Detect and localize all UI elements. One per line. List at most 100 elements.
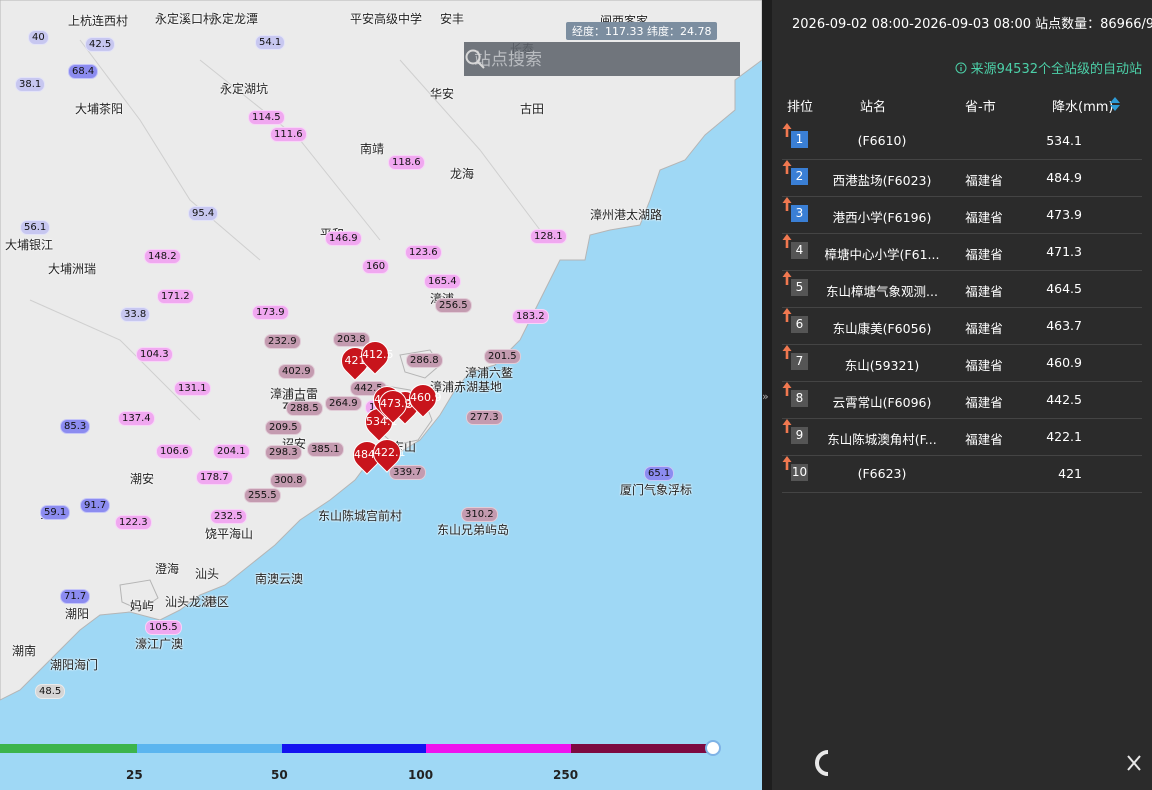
data-source-note: 来源94532个全站级的自动站 — [955, 58, 1142, 77]
rain-value-chip[interactable]: 38.1 — [15, 77, 46, 92]
rain-value-chip[interactable]: 104.3 — [136, 347, 173, 362]
rain-value-chip[interactable]: 40 — [28, 30, 49, 45]
rain-value-chip[interactable]: 118.6 — [388, 155, 425, 170]
rain-value-chip[interactable]: 402.9 — [278, 364, 315, 379]
rain-value-chip[interactable]: 232.5 — [210, 509, 247, 524]
rain-value-chip[interactable]: 300.8 — [270, 473, 307, 488]
rain-value-chip[interactable]: 209.5 — [265, 420, 302, 435]
rainfall-value: 460.9 — [1046, 355, 1082, 370]
panel-collapse-handle[interactable]: » — [762, 0, 772, 790]
rainfall-value: 473.9 — [1046, 207, 1082, 222]
rain-value-chip[interactable]: 310.2 — [461, 507, 498, 522]
place-label: 港区 — [205, 595, 230, 609]
rain-value-chip[interactable]: 71.7 — [60, 589, 91, 604]
ranking-row[interactable]: 2 西港盐场(F6023) 福建省 484.9 — [782, 159, 1142, 197]
province: 福建省 — [965, 432, 1003, 447]
rain-value-chip[interactable]: 298.3 — [265, 445, 302, 460]
period-range: 2026-09-02 08:00-2026-09-03 08:00 — [792, 17, 1031, 32]
rain-value-chip[interactable]: 148.2 — [144, 249, 181, 264]
chevron-right-icon: » — [762, 390, 769, 403]
rain-value-chip[interactable]: 178.7 — [196, 470, 233, 485]
station-search-input[interactable] — [464, 42, 712, 78]
rain-value-chip[interactable]: 232.9 — [264, 334, 301, 349]
col-rainfall[interactable]: 降水(mm) — [1052, 96, 1113, 115]
station-name: 东山樟塘气象观测... — [826, 284, 938, 299]
place-label: 安丰 — [440, 12, 465, 26]
station-name: 东山(59321) — [844, 358, 920, 373]
rain-value-chip[interactable]: 59.1 — [40, 505, 71, 520]
rain-value-chip[interactable]: 131.1 — [174, 381, 211, 396]
rain-value-chip[interactable]: 339.7 — [389, 465, 426, 480]
ranking-row[interactable]: 8 云霄常山(F6096) 福建省 442.5 — [782, 381, 1142, 419]
rain-value-chip[interactable]: 173.9 — [252, 305, 289, 320]
coordinate-readout: 经度：117.33 纬度：24.78 — [566, 22, 718, 40]
legend-slider-handle[interactable] — [705, 740, 721, 756]
rainfall-map[interactable]: 上杭连西村 永定溪口村 永定龙潭 安丰 平安高级中学 闽西客家 长泰 古田 大埔… — [0, 0, 762, 790]
rain-value-chip[interactable]: 137.4 — [118, 411, 155, 426]
station-name: 西港盐场(F6023) — [832, 173, 932, 188]
ranking-row[interactable]: 6 东山康美(F6056) 福建省 463.7 — [782, 307, 1142, 345]
rain-value-chip[interactable]: 146.9 — [325, 231, 362, 246]
rain-value-chip[interactable]: 264.9 — [325, 396, 362, 411]
place-label: 漳州港太湖路 — [590, 208, 663, 222]
rain-value-chip[interactable]: 33.8 — [120, 307, 151, 322]
rank-badge: 2 — [791, 168, 808, 185]
rain-value-chip[interactable]: 106.6 — [156, 444, 193, 459]
rank-badge: 6 — [791, 316, 808, 333]
rain-value-chip[interactable]: 385.1 — [307, 442, 344, 457]
ranking-row[interactable]: 5 东山樟塘气象观测... 福建省 464.5 — [782, 270, 1142, 308]
close-icon[interactable] — [1126, 750, 1142, 774]
province: 福建省 — [965, 321, 1003, 336]
rain-value-chip[interactable]: 95.4 — [188, 206, 219, 221]
ranking-panel: 2026-09-02 08:00-2026-09-03 08:00 站点数量：8… — [772, 0, 1152, 790]
rain-value-chip[interactable]: 160 — [362, 259, 390, 274]
station-search-box[interactable] — [464, 42, 740, 78]
legend-tick: 250 — [553, 768, 579, 782]
ranking-row[interactable]: 7 东山(59321) 福建省 460.9 — [782, 344, 1142, 382]
rainfall-value: 471.3 — [1046, 244, 1082, 259]
rain-value-chip[interactable]: 201.5 — [484, 349, 521, 364]
place-label: 上杭连西村 — [68, 14, 129, 28]
place-label: 濠江广澳 — [135, 637, 184, 651]
ranking-row[interactable]: 4 樟塘中心小学(F61... 福建省 471.3 — [782, 233, 1142, 271]
ranking-row[interactable]: 1 (F6610) 534.1 — [782, 122, 1142, 160]
place-label: 汕头 — [195, 567, 220, 581]
rain-value-chip[interactable]: 165.4 — [424, 274, 461, 289]
rain-value-chip[interactable]: 114.5 — [248, 110, 285, 125]
ranking-row[interactable]: 9 东山陈城澳角村(F... 福建省 422.1 — [782, 418, 1142, 456]
rain-value-chip[interactable]: 204.1 — [213, 444, 250, 459]
rainfall-value: 534.1 — [1046, 133, 1082, 148]
rain-value-chip[interactable]: 56.1 — [20, 220, 51, 235]
rain-value-chip[interactable]: 286.8 — [406, 353, 443, 368]
ranking-row[interactable]: 3 港西小学(F6196) 福建省 473.9 — [782, 196, 1142, 234]
sort-icon[interactable] — [1109, 96, 1121, 112]
rain-value-chip[interactable]: 256.5 — [435, 298, 472, 313]
rain-value-chip[interactable]: 65.1 — [644, 466, 675, 481]
rain-value-chip[interactable]: 255.5 — [244, 488, 281, 503]
search-icon[interactable] — [464, 48, 486, 70]
legend-band — [137, 744, 282, 753]
rain-value-chip[interactable]: 54.1 — [255, 35, 286, 50]
rain-value-chip[interactable]: 128.1 — [530, 229, 567, 244]
rank-badge: 10 — [791, 464, 808, 481]
rain-value-chip[interactable]: 122.3 — [115, 515, 152, 530]
rain-value-chip[interactable]: 288.5 — [286, 401, 323, 416]
rain-value-chip[interactable]: 277.3 — [466, 410, 503, 425]
rain-value-chip[interactable]: 111.6 — [270, 127, 307, 142]
rain-value-chip[interactable]: 171.2 — [157, 289, 194, 304]
rain-value-chip[interactable]: 91.7 — [80, 498, 111, 513]
rain-value-chip[interactable]: 68.4 — [68, 64, 99, 79]
legend-tick: 50 — [271, 768, 288, 782]
place-label: 潮安 — [130, 472, 155, 486]
rain-value-chip[interactable]: 123.6 — [405, 245, 442, 260]
ranking-row[interactable]: 10 (F6623) 421 — [782, 455, 1142, 493]
station-name: 港西小学(F6196) — [832, 210, 932, 225]
rainfall-value: 484.9 — [1046, 170, 1082, 185]
rain-value-chip[interactable]: 183.2 — [512, 309, 549, 324]
rainfall-value: 463.7 — [1046, 318, 1082, 333]
rain-value-chip[interactable]: 42.5 — [85, 37, 116, 52]
rain-value-chip[interactable]: 85.3 — [60, 419, 91, 434]
place-label: 饶平海山 — [205, 527, 254, 541]
rain-value-chip[interactable]: 48.5 — [35, 684, 66, 699]
rain-value-chip[interactable]: 105.5 — [145, 620, 182, 635]
